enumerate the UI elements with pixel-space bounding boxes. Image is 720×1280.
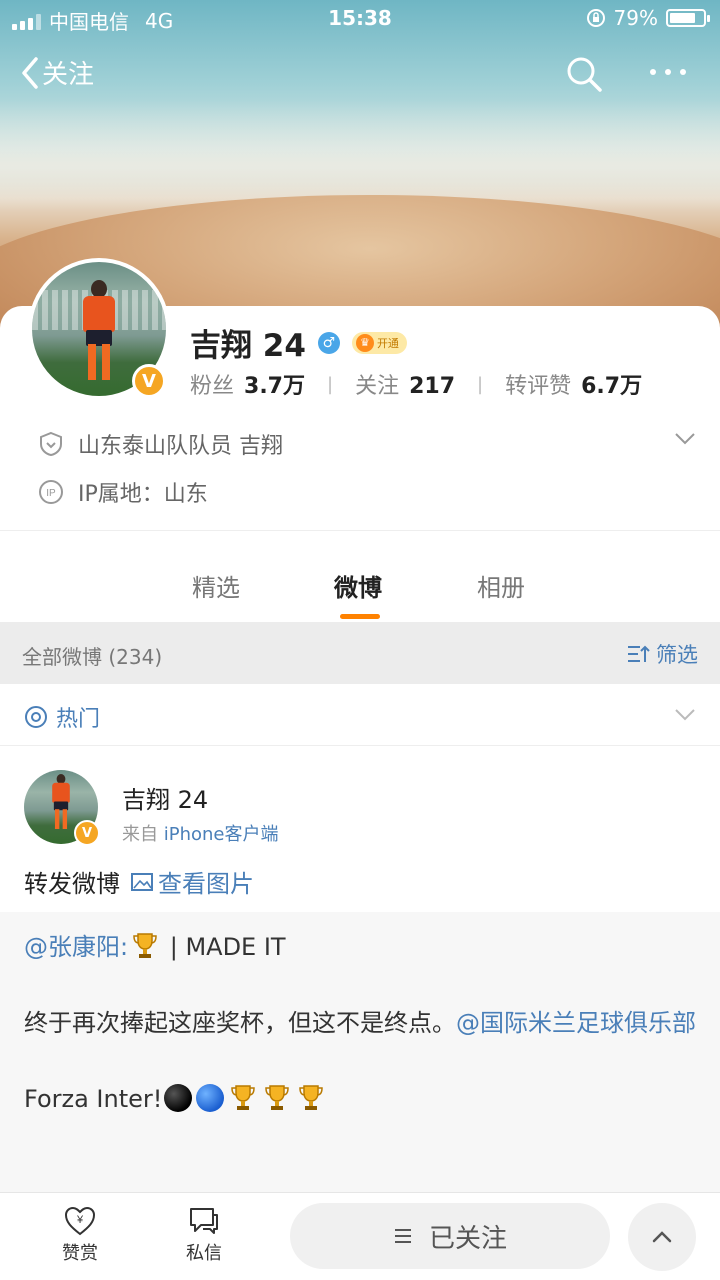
- repost-line3: Forza Inter!: [24, 1085, 163, 1113]
- trophy-icon: [265, 1085, 290, 1110]
- svg-text:IP: IP: [46, 488, 56, 499]
- chevron-down-icon: [675, 709, 695, 721]
- post-author[interactable]: 吉翔 24: [122, 780, 208, 815]
- trophy-icon: [231, 1085, 256, 1110]
- vip-badge[interactable]: ♛ 开通: [351, 331, 407, 354]
- stat-value: 217: [409, 374, 456, 399]
- back-arrow-icon: [22, 56, 38, 89]
- profile-tabs: 精选 微博 相册: [0, 550, 720, 622]
- vip-label: 开通: [376, 336, 399, 350]
- verified-info: 山东泰山队队员 吉翔: [78, 434, 283, 459]
- stat-divider: |: [477, 373, 484, 395]
- profile-stats: 粉丝 3.7万 | 关注 217 | 转评赞 6.7万: [190, 368, 642, 400]
- battery-icon: [666, 9, 710, 27]
- status-bar: 中国电信 4G 15:38 79%: [0, 0, 720, 36]
- repost-line1: | MADE IT: [162, 933, 286, 961]
- verified-info-row[interactable]: 山东泰山队队员 吉翔: [38, 428, 283, 460]
- male-icon: ♂: [317, 331, 340, 354]
- trophy-icon: [133, 933, 157, 958]
- repost-line2: 终于再次捧起这座奖杯，但这不是终点。: [24, 1009, 456, 1037]
- tab-weibo[interactable]: 微博: [334, 568, 382, 603]
- stat-label: 关注: [355, 374, 400, 399]
- post-source: 来自 iPhone客户端: [122, 820, 279, 846]
- svg-text:¥: ¥: [76, 1214, 84, 1226]
- more-icon[interactable]: [646, 62, 690, 82]
- verified-badge-icon: V: [132, 364, 166, 398]
- ip-location: IP属地：山东: [78, 482, 208, 507]
- shield-icon: [40, 431, 62, 457]
- view-images-label: 查看图片: [158, 870, 254, 898]
- profile-avatar[interactable]: V: [28, 258, 170, 400]
- stat-interactions[interactable]: 转评赞 6.7万: [505, 368, 642, 400]
- posts-header: 全部微博 (234) 筛选: [0, 622, 720, 684]
- tab-album[interactable]: 相册: [477, 568, 525, 603]
- search-icon[interactable]: [564, 54, 604, 94]
- rotation-lock-icon: [586, 9, 605, 27]
- stat-divider: |: [327, 373, 334, 395]
- divider: [0, 530, 720, 531]
- post-body: 转发微博: [24, 870, 120, 898]
- black-circle-icon: [164, 1084, 193, 1112]
- post-text: 转发微博 查看图片: [24, 864, 254, 899]
- reward-button[interactable]: ¥ 赞赏: [62, 1205, 98, 1265]
- back-label: 关注: [42, 60, 95, 90]
- mention-link[interactable]: @张康阳:: [24, 933, 128, 961]
- scroll-top-button[interactable]: [628, 1203, 696, 1271]
- all-posts-count: 全部微博 (234): [22, 645, 163, 669]
- message-label: 私信: [186, 1243, 222, 1264]
- crown-icon: ♛: [355, 333, 374, 352]
- follow-state: 已关注: [428, 1223, 507, 1254]
- hot-label: 热门: [56, 707, 101, 732]
- chevron-down-icon[interactable]: [674, 432, 696, 446]
- filter-icon: [628, 645, 650, 662]
- image-icon: [131, 872, 153, 891]
- profile-name: 吉翔 24: [190, 328, 306, 364]
- followed-button[interactable]: 已关注: [290, 1203, 610, 1269]
- stat-label: 粉丝: [190, 374, 235, 399]
- repost-content[interactable]: @张康阳: | MADE IT 终于再次捧起这座奖杯，但这不是终点。@国际米兰足…: [0, 912, 720, 1192]
- active-tab-indicator: [340, 614, 380, 619]
- source-prefix: 来自: [122, 824, 158, 845]
- stat-value: 6.7万: [581, 374, 643, 399]
- back-button[interactable]: 关注: [18, 54, 94, 91]
- verified-badge-icon: V: [74, 820, 100, 846]
- view-images-link[interactable]: 查看图片: [130, 864, 254, 899]
- tab-featured[interactable]: 精选: [192, 568, 240, 603]
- stat-label: 转评赞: [505, 374, 572, 399]
- message-button[interactable]: 私信: [186, 1205, 222, 1265]
- menu-icon: [394, 1229, 411, 1243]
- message-icon: [190, 1208, 218, 1234]
- ip-location-row: IP IP属地：山东: [38, 476, 208, 508]
- mention-link[interactable]: @国际米兰足球俱乐部: [456, 1009, 696, 1037]
- chevron-up-icon: [652, 1231, 672, 1243]
- bottom-action-bar: ¥ 赞赏 私信 已关注: [0, 1192, 720, 1280]
- filter-label: 筛选: [656, 643, 698, 667]
- source-device[interactable]: iPhone客户端: [164, 824, 279, 845]
- ip-icon: IP: [39, 480, 63, 504]
- filter-button[interactable]: 筛选: [626, 639, 698, 669]
- trophy-icon: [299, 1085, 324, 1110]
- hot-icon: [25, 706, 47, 728]
- hot-selector[interactable]: 热门: [0, 684, 720, 746]
- battery-percent: 79%: [613, 6, 658, 30]
- blue-circle-icon: [196, 1084, 225, 1112]
- reward-label: 赞赏: [62, 1243, 98, 1264]
- reward-icon: ¥: [64, 1206, 96, 1236]
- stat-following[interactable]: 关注 217: [355, 368, 455, 400]
- stat-value: 3.7万: [244, 374, 305, 399]
- stat-fans[interactable]: 粉丝 3.7万: [190, 368, 305, 400]
- cover-haze: [0, 100, 720, 210]
- post-card[interactable]: V 吉翔 24 来自 iPhone客户端 转发微博 查看图片 @张康阳: | M…: [0, 746, 720, 1192]
